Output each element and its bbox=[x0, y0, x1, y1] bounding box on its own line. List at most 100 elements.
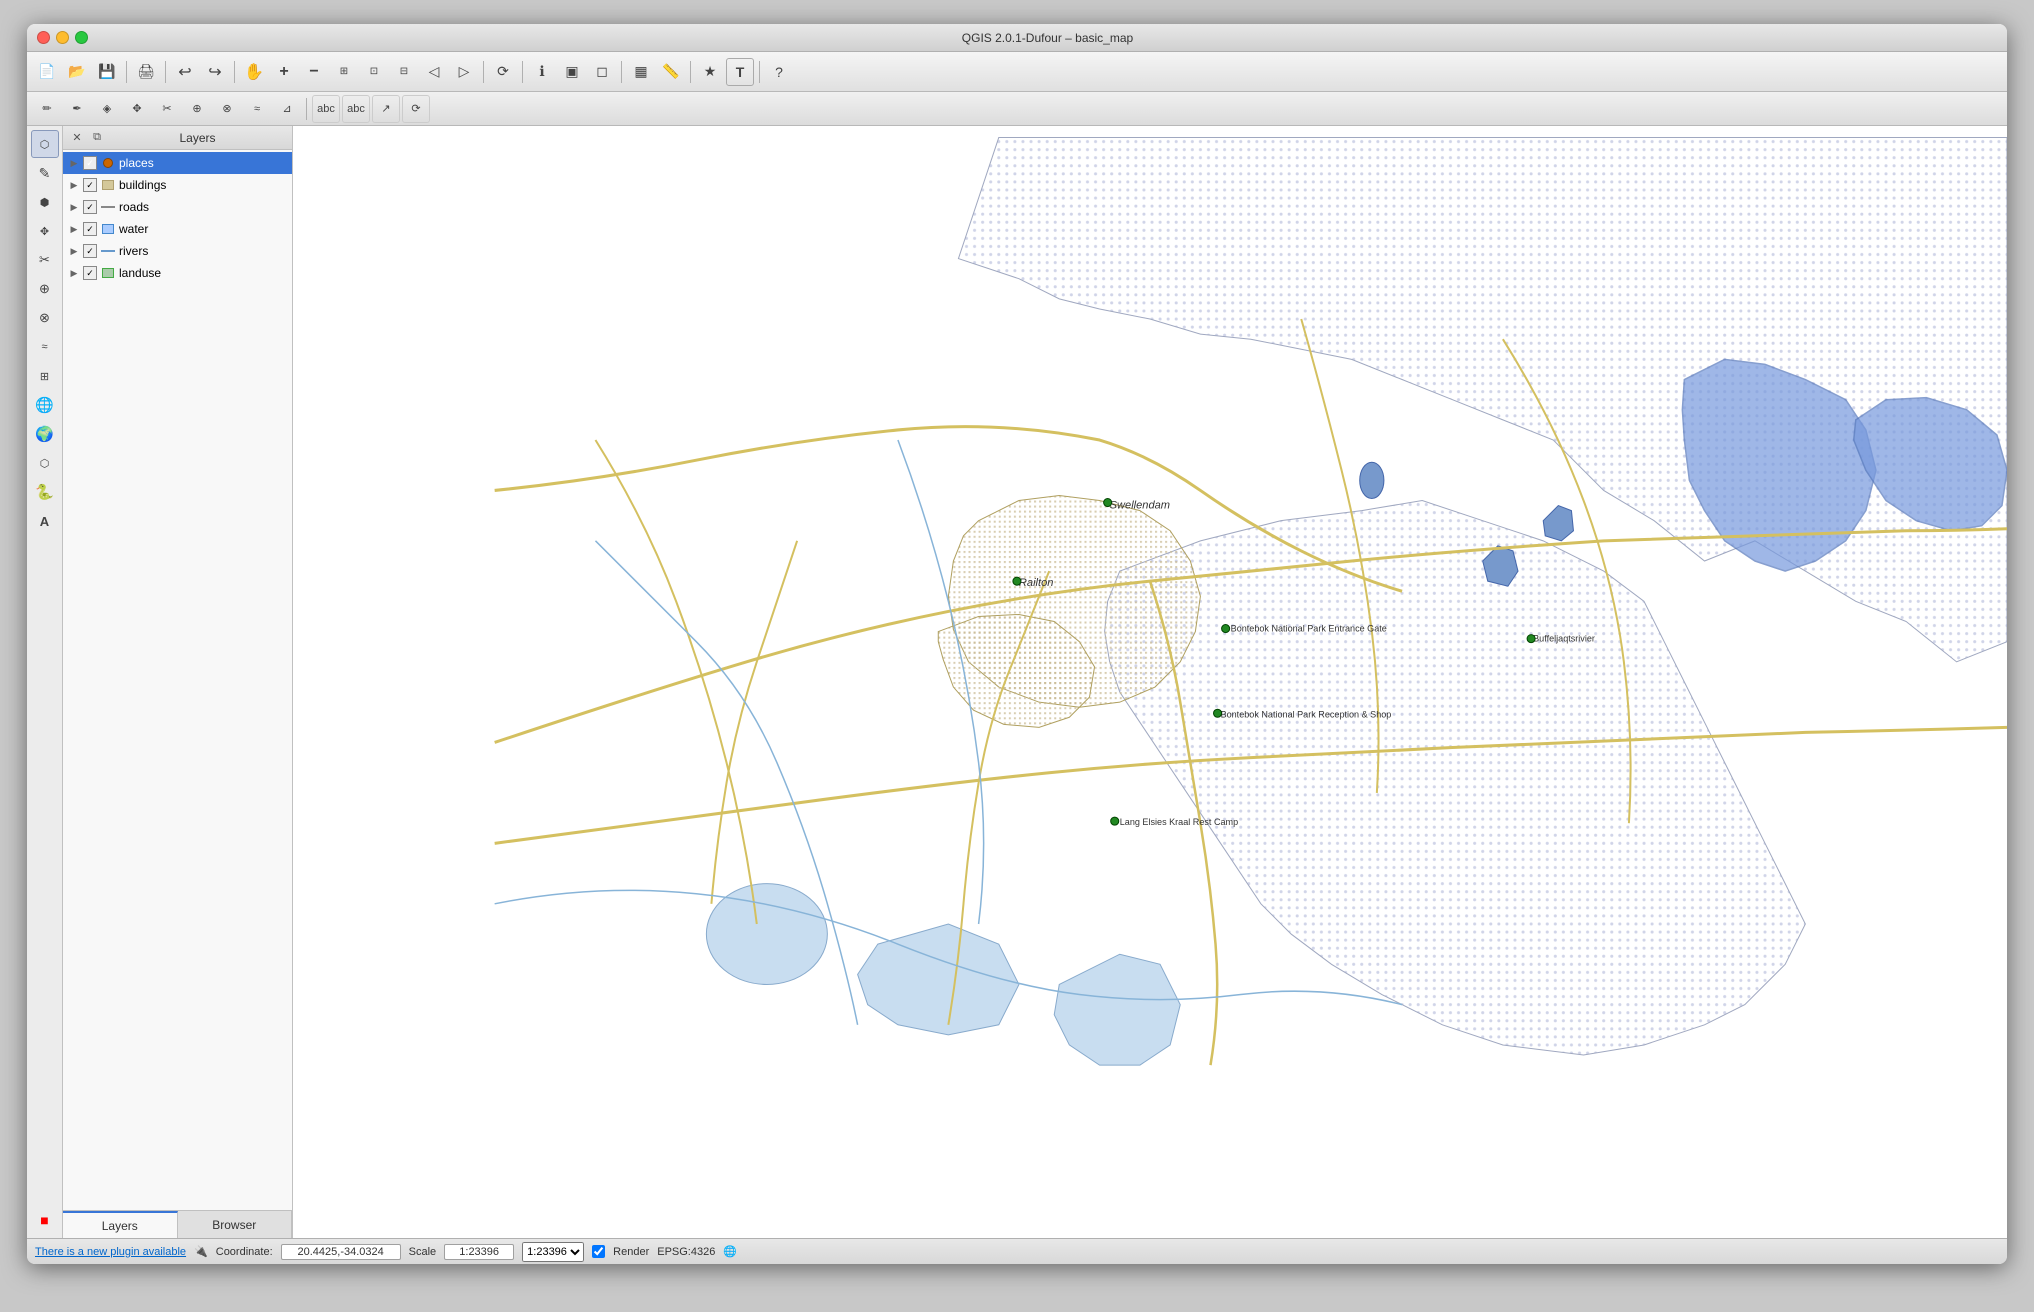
landuse-label: landuse bbox=[119, 266, 288, 280]
svg-text:Swellendam: Swellendam bbox=[1110, 500, 1170, 512]
zoom-out-button[interactable]: − bbox=[300, 58, 328, 86]
select-features-tool[interactable]: ⬡ bbox=[31, 130, 59, 158]
help-button[interactable]: ? bbox=[765, 58, 793, 86]
zoom-prev-button[interactable]: ◁ bbox=[420, 58, 448, 86]
measure-button[interactable]: 📏 bbox=[657, 58, 685, 86]
fill-tool[interactable]: ⊗ bbox=[31, 304, 59, 332]
layers-list: ▶ ✓ places ▶ ✓ buildings bbox=[63, 150, 292, 1210]
node-edit-tool[interactable]: ⬢ bbox=[31, 188, 59, 216]
bookmarks-button[interactable]: ★ bbox=[696, 58, 724, 86]
main-content: ⬡ ✎ ⬢ ✥ ✂ ⊕ ⊗ ≈ ⊞ 🌐 🌍 ⬡ 🐍 A ■ ✕ ⧉ Layers bbox=[27, 126, 2007, 1238]
landuse-checkbox[interactable]: ✓ bbox=[83, 266, 97, 280]
network-tool[interactable]: ⬡ bbox=[31, 449, 59, 477]
reshape-tool[interactable]: ⊿ bbox=[273, 95, 301, 123]
titlebar-buttons bbox=[37, 31, 88, 44]
deselect-button[interactable]: ◻ bbox=[588, 58, 616, 86]
tab-layers[interactable]: Layers bbox=[63, 1211, 178, 1238]
buildings-label: buildings bbox=[119, 178, 288, 192]
close-button[interactable] bbox=[37, 31, 50, 44]
buildings-checkbox[interactable]: ✓ bbox=[83, 178, 97, 192]
buildings-expand-icon[interactable]: ▶ bbox=[67, 178, 81, 192]
plugin-available-link[interactable]: There is a new plugin available bbox=[35, 1246, 186, 1258]
sep3 bbox=[234, 61, 235, 83]
rivers-label: rivers bbox=[119, 244, 288, 258]
pencil-tool[interactable]: ✎ bbox=[31, 159, 59, 187]
layer-item-rivers[interactable]: ▶ ✓ rivers bbox=[63, 240, 292, 262]
water-expand-icon[interactable]: ▶ bbox=[67, 222, 81, 236]
new-file-button[interactable]: 📄 bbox=[33, 58, 61, 86]
ring-tool[interactable]: ⊕ bbox=[183, 95, 211, 123]
node-tool[interactable]: ◈ bbox=[93, 95, 121, 123]
red-square-tool[interactable]: ■ bbox=[31, 1206, 59, 1234]
sep7 bbox=[690, 61, 691, 83]
layer-item-places[interactable]: ▶ ✓ places bbox=[63, 152, 292, 174]
rivers-checkbox[interactable]: ✓ bbox=[83, 244, 97, 258]
minimize-button[interactable] bbox=[56, 31, 69, 44]
open-file-button[interactable]: 📂 bbox=[63, 58, 91, 86]
pin-label-tool[interactable]: abc bbox=[342, 95, 370, 123]
landuse-expand-icon[interactable]: ▶ bbox=[67, 266, 81, 280]
select-button[interactable]: ▣ bbox=[558, 58, 586, 86]
move-label-tool[interactable]: ↗ bbox=[372, 95, 400, 123]
print-button[interactable]: 🖨 bbox=[132, 58, 160, 86]
render-checkbox[interactable] bbox=[592, 1245, 605, 1258]
layer-item-water[interactable]: ▶ ✓ water bbox=[63, 218, 292, 240]
coordinate-field[interactable]: 20.4425,-34.0324 bbox=[281, 1244, 401, 1260]
places-expand-icon[interactable]: ▶ bbox=[67, 156, 81, 170]
water-checkbox[interactable]: ✓ bbox=[83, 222, 97, 236]
zoom-next-button[interactable]: ▷ bbox=[450, 58, 478, 86]
sep4 bbox=[483, 61, 484, 83]
identify-button[interactable]: ℹ bbox=[528, 58, 556, 86]
layer-item-buildings[interactable]: ▶ ✓ buildings bbox=[63, 174, 292, 196]
sep9 bbox=[306, 98, 307, 120]
scale-dropdown[interactable]: 1:23396 bbox=[522, 1242, 584, 1262]
crs-icon[interactable]: 🌐 bbox=[723, 1245, 737, 1258]
simplify-tool-2[interactable]: ≈ bbox=[31, 333, 59, 361]
main-window: QGIS 2.0.1-Dufour – basic_map 📄 📂 💾 🖨 ↩ … bbox=[27, 24, 2007, 1264]
label-button[interactable]: T bbox=[726, 58, 754, 86]
save-file-button[interactable]: 💾 bbox=[93, 58, 121, 86]
places-label: places bbox=[119, 156, 288, 170]
scissors-tool[interactable]: ✂ bbox=[31, 246, 59, 274]
maximize-button[interactable] bbox=[75, 31, 88, 44]
attribute-table-button[interactable]: ▦ bbox=[627, 58, 655, 86]
pan-button[interactable]: ✋ bbox=[240, 58, 268, 86]
zoom-in-button[interactable]: + bbox=[270, 58, 298, 86]
ring-tool-2[interactable]: ⊕ bbox=[31, 275, 59, 303]
zoom-layer-button[interactable]: ⊟ bbox=[390, 58, 418, 86]
svg-text:Buffeljaqtsrivier: Buffeljaqtsrivier bbox=[1533, 634, 1595, 644]
undo-button[interactable]: ↩ bbox=[171, 58, 199, 86]
layers-close-btn[interactable]: ✕ bbox=[69, 130, 85, 146]
label-tool-2[interactable]: A bbox=[31, 507, 59, 535]
simplify-tool[interactable]: ≈ bbox=[243, 95, 271, 123]
scale-field[interactable]: 1:23396 bbox=[444, 1244, 514, 1260]
move-feature-tool[interactable]: ✥ bbox=[123, 95, 151, 123]
refresh-button[interactable]: ⟳ bbox=[489, 58, 517, 86]
tab-browser[interactable]: Browser bbox=[178, 1211, 293, 1238]
edit-tool[interactable]: ✏ bbox=[33, 95, 61, 123]
places-checkbox[interactable]: ✓ bbox=[83, 156, 97, 170]
zoom-selection-button[interactable]: ⊡ bbox=[360, 58, 388, 86]
python-tool[interactable]: 🐍 bbox=[31, 478, 59, 506]
globe-tool-2[interactable]: 🌍 bbox=[31, 420, 59, 448]
svg-text:Railton: Railton bbox=[1019, 577, 1053, 589]
map-canvas[interactable]: Swellendam Railton Bontebok National Par… bbox=[293, 126, 2007, 1238]
zoom-full-button[interactable]: ⊞ bbox=[330, 58, 358, 86]
places-icon bbox=[99, 156, 117, 170]
rivers-expand-icon[interactable]: ▶ bbox=[67, 244, 81, 258]
delete-part-tool[interactable]: ✂ bbox=[153, 95, 181, 123]
fill-ring-tool[interactable]: ⊗ bbox=[213, 95, 241, 123]
globe-tool[interactable]: 🌐 bbox=[31, 391, 59, 419]
label-tool[interactable]: abc bbox=[312, 95, 340, 123]
roads-expand-icon[interactable]: ▶ bbox=[67, 200, 81, 214]
digitize-tool-2[interactable]: ✥ bbox=[31, 217, 59, 245]
rotate-label-tool[interactable]: ⟳ bbox=[402, 95, 430, 123]
scale-label: Scale bbox=[409, 1246, 437, 1258]
layers-float-btn[interactable]: ⧉ bbox=[89, 130, 105, 146]
add-part-tool[interactable]: ⊞ bbox=[31, 362, 59, 390]
roads-checkbox[interactable]: ✓ bbox=[83, 200, 97, 214]
layer-item-roads[interactable]: ▶ ✓ roads bbox=[63, 196, 292, 218]
digitize-tool[interactable]: ✒ bbox=[63, 95, 91, 123]
layer-item-landuse[interactable]: ▶ ✓ landuse bbox=[63, 262, 292, 284]
redo-button[interactable]: ↪ bbox=[201, 58, 229, 86]
